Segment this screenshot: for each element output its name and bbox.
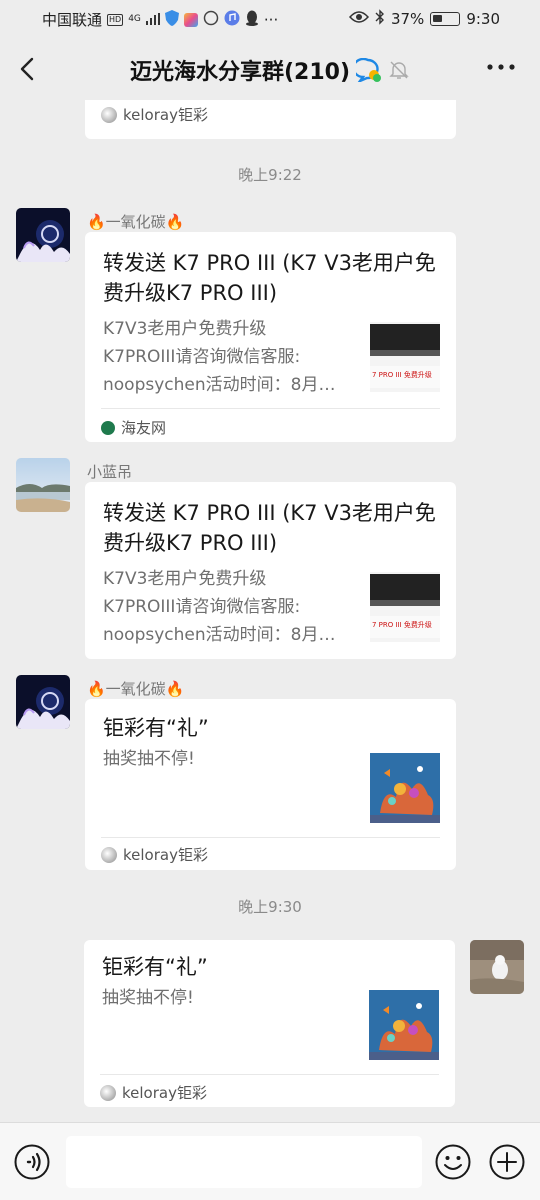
card-description: K7V3老用户免费升级 K7PROIII请咨询微信客服: noopsychen活… [103, 569, 336, 645]
card-source-label: keloray钜彩 [123, 106, 208, 124]
gallery-app-icon [183, 12, 198, 27]
sender-name: 🔥一氧化碳🔥 [87, 213, 185, 231]
battery-percent: 37% [390, 10, 425, 28]
emoji-icon [435, 1144, 471, 1180]
card-thumbnail: 7 PRO III 免费升级 [370, 572, 440, 642]
card-title: 转发送 K7 PRO III (K7 V3老用户免费升级K7 PRO III) [103, 501, 436, 555]
keloray-logo-icon [100, 1084, 116, 1101]
card-description: 抽奖抽不停! [102, 988, 194, 1008]
thumbnail-caption: 7 PRO III 免费升级 [372, 371, 432, 379]
card-title: 转发送 K7 PRO III (K7 V3老用户免费升级K7 PRO III) [103, 251, 436, 305]
input-bar [0, 1122, 540, 1200]
clock: 9:30 [466, 10, 500, 28]
card-source: keloray钜彩 [101, 104, 208, 125]
status-bar: 中国联通 HD 4G ··· 37% 9:30 [0, 0, 540, 38]
sender-name: 小蓝吊 [87, 463, 133, 481]
signal-icon [145, 11, 160, 29]
avatar[interactable] [16, 208, 70, 262]
chat-header: 迈光海水分享群(210) [0, 38, 540, 100]
group-title-wrap: 迈光海水分享群(210) [0, 54, 540, 86]
card-divider [101, 408, 440, 409]
link-card[interactable]: 转发送 K7 PRO III (K7 V3老用户免费升级K7 PRO III) … [85, 232, 456, 442]
carrier-label: 中国联通 [42, 11, 103, 29]
hd-badge: HD [107, 13, 124, 26]
card-thumbnail: 7 PRO III 免费升级 [370, 322, 440, 392]
card-thumbnail [369, 990, 439, 1060]
shield-app-icon [164, 9, 179, 30]
thumbnail-caption: 7 PRO III 免费升级 [372, 621, 432, 629]
qq-app-icon [245, 10, 259, 30]
card-source: keloray钜彩 [100, 1082, 207, 1103]
card-divider [100, 1074, 439, 1075]
music-app-icon [224, 10, 240, 30]
more-notifications-icon: ··· [263, 10, 279, 29]
link-card[interactable]: 钜彩有“礼” 抽奖抽不停! keloray钜彩 [85, 699, 456, 870]
card-description: K7V3老用户免费升级 K7PROIII请咨询微信客服: noopsychen活… [103, 319, 336, 395]
haiyou-logo-icon [101, 420, 115, 435]
voice-button[interactable] [14, 1144, 50, 1180]
voice-icon [14, 1144, 50, 1180]
card-title: 钜彩有“礼” [102, 955, 208, 979]
card-description: 抽奖抽不停! [103, 749, 195, 769]
more-icon [487, 64, 515, 70]
timestamp: 晚上9:30 [238, 898, 302, 916]
link-card-partial[interactable]: keloray钜彩 [85, 100, 456, 139]
avatar[interactable] [16, 675, 70, 729]
plus-icon [489, 1144, 525, 1180]
avatar[interactable] [16, 458, 70, 512]
card-thumbnail [370, 753, 440, 823]
card-source-label: keloray钜彩 [123, 846, 208, 864]
group-title[interactable]: 迈光海水分享群(210) [130, 54, 350, 86]
sender-name: 🔥一氧化碳🔥 [87, 680, 185, 698]
card-source-label: 海友网 [121, 419, 167, 437]
card-divider [101, 837, 440, 838]
link-card[interactable]: 钜彩有“礼” 抽奖抽不停! keloray钜彩 [84, 940, 455, 1107]
keloray-logo-icon [101, 846, 117, 863]
mute-bell-icon [389, 61, 409, 79]
card-title: 钜彩有“礼” [103, 716, 209, 740]
status-left: 中国联通 HD 4G ··· [42, 9, 278, 30]
status-right: 37% 9:30 [348, 9, 500, 29]
battery-icon [430, 12, 461, 26]
eye-icon [348, 10, 369, 28]
card-source-label: keloray钜彩 [122, 1084, 207, 1102]
keloray-logo-icon [101, 106, 117, 123]
link-card[interactable]: 转发送 K7 PRO III (K7 V3老用户免费升级K7 PRO III) … [85, 482, 456, 659]
circle-app-icon [203, 10, 219, 30]
network-badge: 4G [128, 14, 141, 24]
card-source: 海友网 [101, 417, 166, 438]
my-avatar[interactable] [470, 940, 524, 994]
card-source: keloray钜彩 [101, 844, 208, 865]
bluetooth-icon [375, 9, 385, 29]
plus-button[interactable] [489, 1144, 525, 1180]
emoji-button[interactable] [435, 1144, 471, 1180]
more-button[interactable] [486, 56, 516, 82]
chat-bubble-icon [356, 58, 382, 82]
timestamp: 晚上9:22 [238, 166, 302, 184]
message-input[interactable] [66, 1136, 422, 1188]
chat-messages[interactable]: keloray钜彩 晚上9:22 🔥一氧化碳🔥 转发送 K7 PRO III (… [0, 100, 540, 1122]
